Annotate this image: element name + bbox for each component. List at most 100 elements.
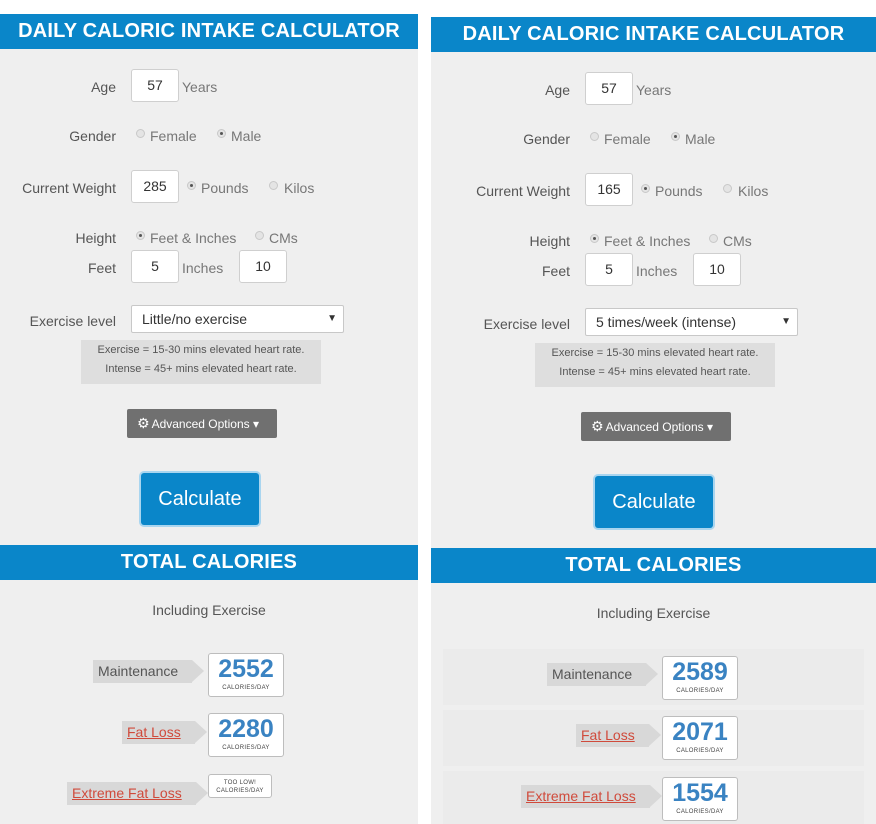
weight-label: Current Weight — [476, 183, 570, 199]
gear-icon: ⚙ — [137, 415, 150, 431]
gender-label: Gender — [69, 128, 116, 144]
weight-input[interactable]: 165 — [585, 173, 633, 206]
inches-label: Inches — [182, 260, 224, 276]
height-label: Height — [75, 230, 116, 246]
extreme-fat-loss-value: TOO LOW! — [223, 780, 257, 786]
calculator-title: DAILY CALORIC INTAKE CALCULATOR — [0, 14, 418, 49]
extreme-fat-loss-unit: CALORIES/DAY — [216, 788, 264, 794]
fat-loss-unit: CALORIES/DAY — [676, 748, 724, 754]
exercise-select-value: 5 times/week (intense) — [596, 314, 737, 330]
age-input[interactable]: 57 — [131, 69, 179, 102]
height-feet-inches-label: Feet & Inches — [604, 233, 691, 249]
weight-kilos-label: Kilos — [738, 183, 769, 199]
advanced-options-label: Advanced Options ▾ — [151, 417, 259, 431]
feet-input[interactable]: 5 — [131, 250, 179, 283]
extreme-fat-loss-value-box: TOO LOW! CALORIES/DAY — [208, 774, 272, 798]
advanced-options-button[interactable]: ⚙ Advanced Options ▾ — [127, 409, 277, 438]
age-input[interactable]: 57 — [585, 72, 633, 105]
gender-male-radio[interactable] — [217, 129, 226, 138]
extreme-fat-loss-value: 1554 — [672, 779, 728, 807]
weight-pounds-label: Pounds — [201, 180, 249, 196]
maintenance-value-box: 2589 CALORIES/DAY — [662, 656, 738, 700]
gender-female-radio[interactable] — [590, 132, 599, 141]
exercise-note-line2: Intense = 45+ mins elevated heart rate. — [559, 366, 751, 378]
exercise-note: Exercise = 15-30 mins elevated heart rat… — [535, 343, 775, 387]
advanced-options-label: Advanced Options ▾ — [605, 420, 713, 434]
maintenance-value: 2552 — [218, 655, 274, 683]
calculate-button[interactable]: Calculate — [141, 473, 259, 525]
weight-kilos-radio[interactable] — [269, 181, 278, 190]
maintenance-value: 2589 — [672, 658, 728, 686]
weight-kilos-label: Kilos — [284, 180, 315, 196]
feet-input[interactable]: 5 — [585, 253, 633, 286]
exercise-select[interactable]: 5 times/week (intense) ▼ — [585, 308, 798, 336]
total-calories-title: TOTAL CALORIES — [431, 548, 876, 583]
exercise-select[interactable]: Little/no exercise ▼ — [131, 305, 344, 333]
inches-input[interactable]: 10 — [693, 253, 741, 286]
exercise-label: Exercise level — [29, 313, 116, 329]
fat-loss-value: 2071 — [672, 718, 728, 746]
fat-loss-value-box: 2280 CALORIES/DAY — [208, 713, 284, 757]
fat-loss-link[interactable]: Fat Loss — [576, 724, 661, 747]
weight-label: Current Weight — [22, 180, 116, 196]
maintenance-unit: CALORIES/DAY — [222, 685, 270, 691]
chevron-down-icon: ▼ — [781, 316, 791, 327]
height-feet-inches-label: Feet & Inches — [150, 230, 237, 246]
exercise-note-line2: Intense = 45+ mins elevated heart rate. — [105, 363, 297, 375]
gender-label: Gender — [523, 131, 570, 147]
calculator-title: DAILY CALORIC INTAKE CALCULATOR — [431, 17, 876, 52]
height-cms-label: CMs — [269, 230, 298, 246]
extreme-fat-loss-value-box: 1554 CALORIES/DAY — [662, 777, 738, 821]
exercise-label: Exercise level — [483, 316, 570, 332]
including-exercise-label: Including Exercise — [596, 605, 711, 621]
total-calories-title: TOTAL CALORIES — [0, 545, 418, 580]
exercise-note: Exercise = 15-30 mins elevated heart rat… — [81, 340, 321, 384]
feet-label: Feet — [541, 263, 570, 279]
maintenance-tag: Maintenance — [547, 663, 659, 686]
age-label: Age — [91, 79, 116, 95]
exercise-select-value: Little/no exercise — [142, 311, 248, 327]
gender-female-label: Female — [150, 128, 197, 144]
height-label: Height — [529, 233, 570, 249]
height-feet-inches-radio[interactable] — [590, 234, 599, 243]
feet-label: Feet — [87, 260, 116, 276]
height-cms-label: CMs — [723, 233, 752, 249]
chevron-down-icon: ▼ — [327, 313, 337, 324]
age-unit: Years — [182, 79, 218, 95]
weight-pounds-radio[interactable] — [187, 181, 196, 190]
fat-loss-unit: CALORIES/DAY — [222, 745, 270, 751]
inches-input[interactable]: 10 — [239, 250, 287, 283]
age-label: Age — [545, 82, 570, 98]
exercise-note-line1: Exercise = 15-30 mins elevated heart rat… — [97, 344, 305, 356]
weight-input[interactable]: 285 — [131, 170, 179, 203]
calculate-button[interactable]: Calculate — [595, 476, 713, 528]
gender-female-radio[interactable] — [136, 129, 145, 138]
weight-pounds-label: Pounds — [655, 183, 703, 199]
fat-loss-value: 2280 — [218, 715, 274, 743]
height-cms-radio[interactable] — [709, 234, 718, 243]
age-unit: Years — [636, 82, 672, 98]
maintenance-unit: CALORIES/DAY — [676, 688, 724, 694]
gender-male-radio[interactable] — [671, 132, 680, 141]
fat-loss-value-box: 2071 CALORIES/DAY — [662, 716, 738, 760]
including-exercise-label: Including Exercise — [152, 602, 266, 618]
exercise-note-line1: Exercise = 15-30 mins elevated heart rat… — [551, 347, 759, 359]
calculator-panel-right: DAILY CALORIC INTAKE CALCULATOR Age 57 Y… — [431, 17, 876, 824]
maintenance-value-box: 2552 CALORIES/DAY — [208, 653, 284, 697]
weight-pounds-radio[interactable] — [641, 184, 650, 193]
gender-female-label: Female — [604, 131, 651, 147]
height-cms-radio[interactable] — [255, 231, 264, 240]
extreme-fat-loss-link[interactable]: Extreme Fat Loss — [521, 785, 662, 808]
fat-loss-link[interactable]: Fat Loss — [122, 721, 207, 744]
height-feet-inches-radio[interactable] — [136, 231, 145, 240]
extreme-fat-loss-link[interactable]: Extreme Fat Loss — [67, 782, 208, 805]
extreme-fat-loss-unit: CALORIES/DAY — [676, 809, 724, 815]
weight-kilos-radio[interactable] — [723, 184, 732, 193]
calculator-panel-left: DAILY CALORIC INTAKE CALCULATOR Age 57 Y… — [0, 14, 418, 824]
maintenance-tag: Maintenance — [93, 660, 205, 683]
advanced-options-button[interactable]: ⚙ Advanced Options ▾ — [581, 412, 731, 441]
gender-male-label: Male — [685, 131, 716, 147]
gender-male-label: Male — [231, 128, 262, 144]
gear-icon: ⚙ — [591, 418, 604, 434]
inches-label: Inches — [636, 263, 678, 279]
